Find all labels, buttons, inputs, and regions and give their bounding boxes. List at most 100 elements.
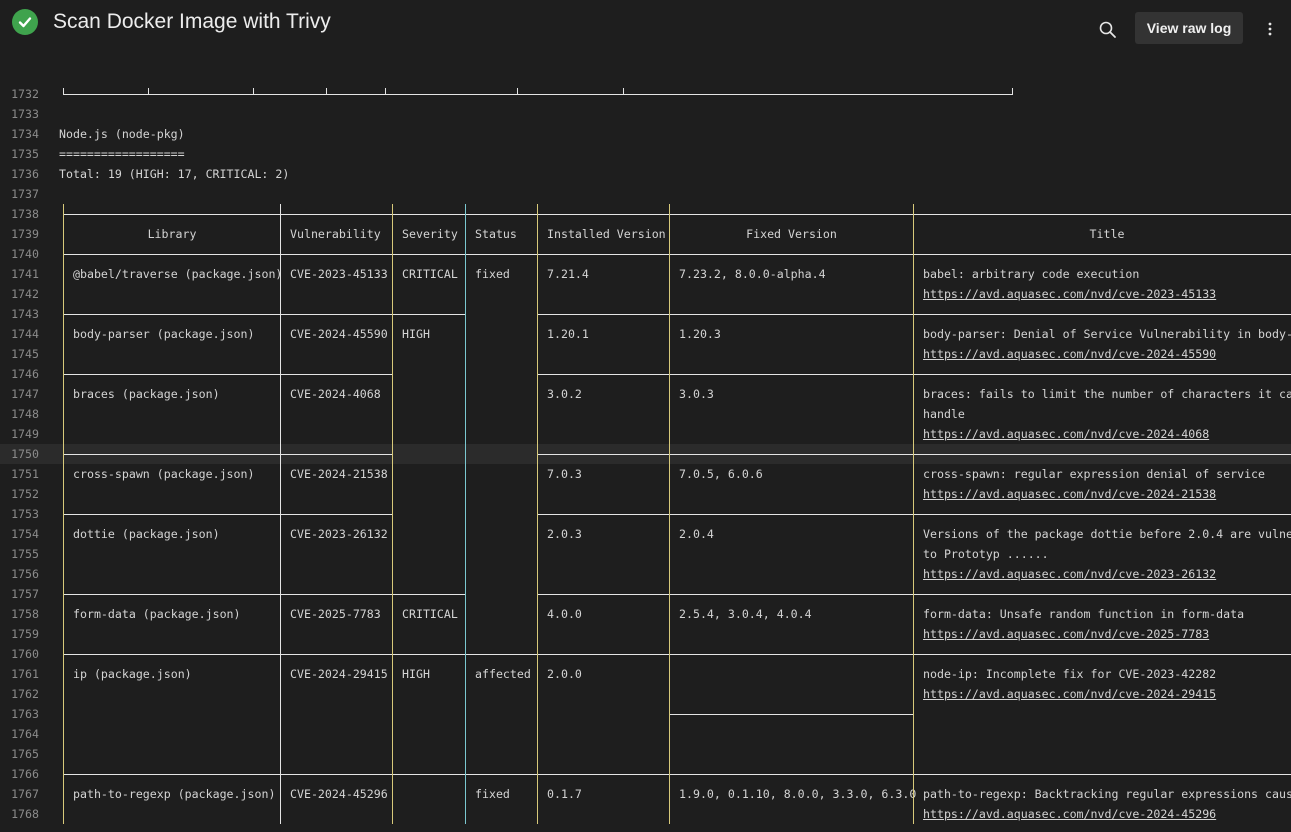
log-line: 1750 bbox=[0, 444, 1291, 464]
line-number[interactable]: 1756 bbox=[0, 564, 39, 584]
line-number[interactable]: 1735 bbox=[0, 144, 39, 164]
line-number[interactable]: 1736 bbox=[0, 164, 39, 184]
cell-installed-version: 3.0.2 bbox=[547, 387, 582, 401]
table-border bbox=[465, 304, 466, 324]
log-text: Node.js (node-pkg) bbox=[59, 127, 185, 141]
line-number[interactable]: 1767 bbox=[0, 784, 39, 804]
line-number[interactable]: 1738 bbox=[0, 204, 39, 224]
line-number[interactable]: 1734 bbox=[0, 124, 39, 144]
line-number[interactable]: 1749 bbox=[0, 424, 39, 444]
table-border bbox=[465, 484, 466, 504]
cell-status: fixed bbox=[475, 267, 510, 281]
line-number[interactable]: 1739 bbox=[0, 224, 39, 244]
cell-fixed-version: 7.23.2, 8.0.0-alpha.4 bbox=[679, 267, 826, 281]
line-number[interactable]: 1737 bbox=[0, 184, 39, 204]
cell-title[interactable]: https://avd.aquasec.com/nvd/cve-2024-215… bbox=[923, 484, 1216, 504]
line-number[interactable]: 1754 bbox=[0, 524, 39, 544]
table-border bbox=[669, 464, 670, 484]
table-border bbox=[392, 624, 393, 644]
table-border bbox=[392, 724, 393, 744]
table-border bbox=[280, 344, 281, 364]
line-number[interactable]: 1740 bbox=[0, 244, 39, 264]
line-number[interactable]: 1747 bbox=[0, 384, 39, 404]
line-number[interactable]: 1744 bbox=[0, 324, 39, 344]
cell-installed-version: 1.20.1 bbox=[547, 327, 589, 341]
table-border bbox=[913, 704, 914, 724]
cell-title[interactable]: https://avd.aquasec.com/nvd/cve-2024-455… bbox=[923, 344, 1216, 364]
table-border bbox=[913, 784, 914, 804]
cell-installed-version: 7.0.3 bbox=[547, 467, 582, 481]
table-border bbox=[669, 374, 913, 375]
table-border bbox=[669, 244, 670, 264]
table-border bbox=[280, 664, 281, 684]
cell-title[interactable]: https://avd.aquasec.com/nvd/cve-2023-261… bbox=[923, 564, 1216, 584]
table-border bbox=[280, 324, 281, 344]
more-options-icon[interactable] bbox=[1262, 19, 1278, 39]
table-border bbox=[669, 804, 670, 824]
line-number[interactable]: 1748 bbox=[0, 404, 39, 424]
table-border bbox=[326, 88, 327, 95]
cell-title[interactable]: https://avd.aquasec.com/nvd/cve-2023-451… bbox=[923, 284, 1216, 304]
line-number[interactable]: 1751 bbox=[0, 464, 39, 484]
line-number[interactable]: 1761 bbox=[0, 664, 39, 684]
cell-title: body-parser: Denial of Service Vulnerabi… bbox=[923, 327, 1291, 341]
line-number[interactable]: 1768 bbox=[0, 804, 39, 824]
line-number[interactable]: 1733 bbox=[0, 104, 39, 124]
line-number[interactable]: 1753 bbox=[0, 504, 39, 524]
table-border bbox=[63, 444, 64, 464]
table-border bbox=[669, 324, 670, 344]
cell-title[interactable]: https://avd.aquasec.com/nvd/cve-2025-778… bbox=[923, 624, 1209, 644]
table-border bbox=[465, 424, 466, 444]
line-number[interactable]: 1759 bbox=[0, 624, 39, 644]
table-border bbox=[63, 324, 64, 344]
table-border bbox=[537, 374, 669, 375]
line-number[interactable]: 1765 bbox=[0, 744, 39, 764]
table-border bbox=[63, 804, 64, 824]
table-border bbox=[392, 244, 393, 264]
line-number[interactable]: 1752 bbox=[0, 484, 39, 504]
line-number[interactable]: 1762 bbox=[0, 684, 39, 704]
table-border bbox=[280, 594, 392, 595]
line-number[interactable]: 1746 bbox=[0, 364, 39, 384]
cell-title[interactable]: https://avd.aquasec.com/nvd/cve-2024-452… bbox=[923, 804, 1216, 824]
line-number[interactable]: 1764 bbox=[0, 724, 39, 744]
table-border bbox=[63, 504, 64, 524]
line-number[interactable]: 1745 bbox=[0, 344, 39, 364]
log-line: 1738 bbox=[0, 204, 1291, 224]
cell-title: braces: fails to limit the number of cha… bbox=[923, 387, 1291, 401]
search-icon[interactable] bbox=[1097, 19, 1119, 41]
line-number[interactable]: 1763 bbox=[0, 704, 39, 724]
line-number[interactable]: 1750 bbox=[0, 444, 39, 464]
cell-title[interactable]: https://avd.aquasec.com/nvd/cve-2024-406… bbox=[923, 424, 1209, 444]
table-border bbox=[669, 724, 670, 744]
line-number[interactable]: 1766 bbox=[0, 764, 39, 784]
cell-title[interactable]: https://avd.aquasec.com/nvd/cve-2024-294… bbox=[923, 684, 1216, 704]
table-border bbox=[465, 654, 537, 655]
table-border bbox=[280, 384, 281, 404]
table-border bbox=[623, 88, 624, 95]
table-border bbox=[465, 564, 466, 584]
line-number[interactable]: 1755 bbox=[0, 544, 39, 564]
table-border bbox=[537, 324, 538, 344]
line-number[interactable]: 1760 bbox=[0, 644, 39, 664]
cell-title: handle bbox=[923, 407, 965, 421]
table-border bbox=[63, 764, 64, 784]
line-number[interactable]: 1741 bbox=[0, 264, 39, 284]
table-border bbox=[280, 454, 392, 455]
table-border bbox=[63, 564, 64, 584]
view-raw-log-button[interactable]: View raw log bbox=[1135, 12, 1243, 44]
table-border bbox=[1012, 88, 1013, 95]
table-border bbox=[465, 774, 537, 775]
table-border bbox=[537, 244, 538, 264]
line-number[interactable]: 1758 bbox=[0, 604, 39, 624]
line-number[interactable]: 1757 bbox=[0, 584, 39, 604]
line-number[interactable]: 1732 bbox=[0, 84, 39, 104]
table-border bbox=[537, 724, 538, 744]
line-number[interactable]: 1742 bbox=[0, 284, 39, 304]
table-border bbox=[392, 214, 465, 215]
table-border bbox=[669, 664, 670, 684]
cell-vulnerability: CVE-2024-21538 bbox=[290, 467, 388, 481]
cell-title: node-ip: Incomplete fix for CVE-2023-422… bbox=[923, 667, 1217, 681]
column-header-title: Title bbox=[1089, 227, 1125, 241]
line-number[interactable]: 1743 bbox=[0, 304, 39, 324]
